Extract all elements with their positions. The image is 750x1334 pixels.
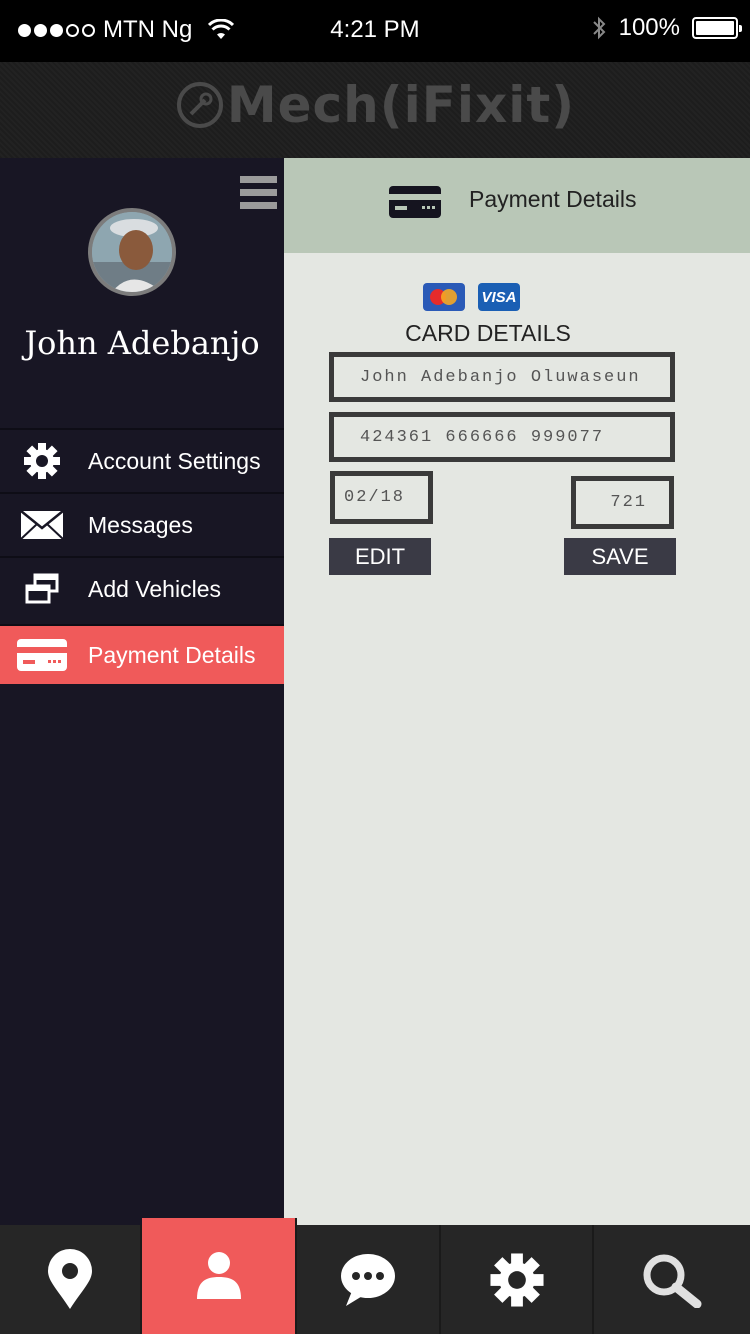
nav-settings[interactable] bbox=[441, 1225, 594, 1334]
visa-logo: VISA bbox=[478, 283, 520, 311]
envelope-icon bbox=[0, 510, 84, 540]
battery-percent: 100% bbox=[618, 14, 680, 41]
gear-icon bbox=[0, 442, 84, 480]
save-button[interactable]: SAVE bbox=[564, 538, 676, 575]
sidebar: John Adebanjo Account Settings Messages … bbox=[0, 158, 284, 1225]
credit-card-icon bbox=[0, 639, 84, 671]
location-pin-icon bbox=[48, 1248, 92, 1309]
app-header: Mech(iFixit) bbox=[0, 62, 750, 158]
cardholder-name-field[interactable]: John Adebanjo Oluwaseun bbox=[329, 352, 675, 402]
search-icon bbox=[643, 1254, 702, 1308]
nav-messages[interactable] bbox=[297, 1225, 441, 1334]
chat-bubble-icon bbox=[341, 1253, 395, 1306]
nav-location[interactable] bbox=[0, 1225, 142, 1334]
edit-button[interactable]: EDIT bbox=[329, 538, 431, 575]
hamburger-menu-icon[interactable] bbox=[240, 176, 277, 209]
app-logo: Mech(iFixit) bbox=[0, 76, 750, 134]
credit-card-icon bbox=[389, 186, 441, 223]
page-title: Payment Details bbox=[469, 186, 637, 212]
nav-search[interactable] bbox=[594, 1225, 750, 1334]
status-bar: MTN Ng 4:21 PM 100% bbox=[0, 0, 750, 62]
status-right: 100% bbox=[591, 14, 742, 42]
user-name: John Adebanjo bbox=[24, 324, 260, 362]
sidebar-item-label: Account Settings bbox=[88, 447, 261, 474]
bottom-nav bbox=[0, 1218, 750, 1334]
wrench-icon bbox=[176, 82, 223, 128]
sidebar-item-messages[interactable]: Messages bbox=[0, 492, 284, 556]
expiry-date-field[interactable]: 02/18 bbox=[330, 471, 433, 524]
gear-icon bbox=[489, 1252, 544, 1307]
sidebar-item-label: Messages bbox=[88, 511, 193, 538]
mastercard-logo bbox=[423, 283, 465, 311]
card-number-field[interactable]: 424361 666666 999077 bbox=[329, 412, 675, 462]
sidebar-menu: Account Settings Messages Add Vehicles P… bbox=[0, 428, 284, 684]
sidebar-item-add-vehicles[interactable]: Add Vehicles bbox=[0, 556, 284, 620]
user-icon bbox=[196, 1252, 241, 1299]
panel-header: Payment Details bbox=[284, 158, 750, 253]
nav-profile[interactable] bbox=[142, 1218, 297, 1334]
section-title: CARD DETAILS bbox=[405, 320, 571, 346]
sidebar-item-account-settings[interactable]: Account Settings bbox=[0, 428, 284, 492]
sidebar-item-label: Add Vehicles bbox=[88, 575, 221, 602]
sidebar-item-label: Payment Details bbox=[88, 641, 256, 668]
bluetooth-icon bbox=[592, 16, 606, 40]
card-brand-logos: VISA bbox=[423, 283, 520, 311]
logo-text: Mech(iFixit) bbox=[226, 76, 576, 134]
windows-icon bbox=[0, 573, 84, 605]
cvv-field[interactable]: 721 bbox=[571, 476, 674, 529]
battery-icon bbox=[692, 17, 742, 39]
sidebar-item-payment-details[interactable]: Payment Details bbox=[0, 624, 284, 684]
user-photo bbox=[92, 212, 172, 292]
payment-panel: Payment Details VISA CARD DETAILS John A… bbox=[284, 158, 750, 1225]
avatar[interactable] bbox=[88, 208, 176, 296]
